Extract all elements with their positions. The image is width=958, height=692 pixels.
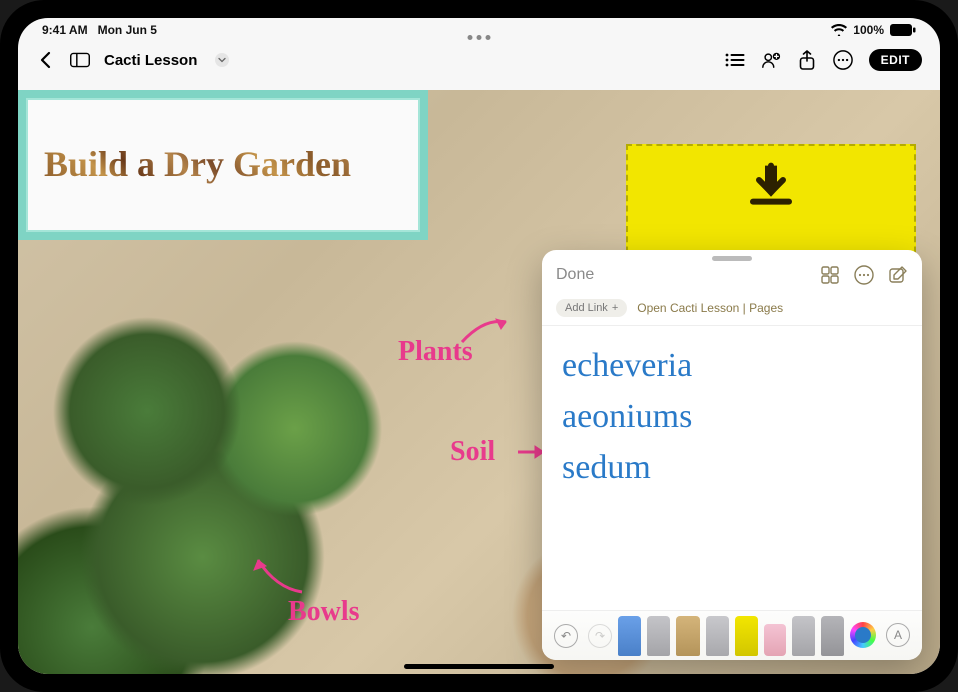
add-link-button[interactable]: Add Link + bbox=[556, 299, 627, 317]
document-canvas[interactable]: Build a Dry Garden Plants Soil Bowls bbox=[18, 78, 940, 674]
ipad-device-frame: 9:41 AM Mon Jun 5 100% bbox=[0, 0, 958, 692]
download-arrow-icon bbox=[741, 156, 801, 216]
crayon-tool[interactable] bbox=[706, 616, 729, 656]
share-icon[interactable] bbox=[797, 50, 817, 70]
compose-icon[interactable] bbox=[888, 265, 908, 285]
undo-button[interactable]: ↶ bbox=[554, 624, 578, 648]
pen-tool[interactable] bbox=[618, 616, 641, 656]
ruler-tool[interactable] bbox=[821, 616, 844, 656]
pencil-tool[interactable] bbox=[676, 616, 699, 656]
annotation-bowls: Bowls bbox=[288, 596, 360, 628]
status-date: Mon Jun 5 bbox=[98, 23, 157, 37]
app-navbar: Cacti Lesson EDIT bbox=[18, 42, 940, 78]
battery-pct: 100% bbox=[853, 23, 884, 37]
note-more-icon[interactable] bbox=[854, 265, 874, 285]
document-title[interactable]: Cacti Lesson bbox=[104, 52, 197, 69]
page-title: Build a Dry Garden bbox=[44, 145, 351, 185]
plus-icon: + bbox=[612, 302, 618, 314]
quick-note-canvas[interactable]: echeveria aeoniums sedum bbox=[542, 326, 922, 610]
title-block[interactable]: Build a Dry Garden bbox=[18, 90, 428, 240]
redo-button[interactable]: ↷ bbox=[588, 624, 612, 648]
color-picker[interactable] bbox=[850, 622, 876, 648]
add-tool-button[interactable]: A bbox=[886, 623, 910, 647]
more-icon[interactable] bbox=[833, 50, 853, 70]
wifi-icon bbox=[831, 24, 847, 36]
quick-note-header: Done bbox=[542, 265, 922, 293]
ipad-screen: 9:41 AM Mon Jun 5 100% bbox=[18, 18, 940, 674]
note-line: sedum bbox=[562, 442, 902, 493]
lasso-tool[interactable] bbox=[792, 616, 815, 656]
fine-pen-tool[interactable] bbox=[647, 616, 670, 656]
markup-toolbar: ↶ ↷ A bbox=[542, 610, 922, 660]
edit-button[interactable]: EDIT bbox=[869, 49, 922, 71]
note-line: echeveria bbox=[562, 340, 902, 391]
quick-note-linkbar: Add Link + Open Cacti Lesson | Pages bbox=[542, 293, 922, 326]
battery-icon bbox=[890, 24, 916, 36]
notes-grid-icon[interactable] bbox=[820, 265, 840, 285]
multitasking-indicator[interactable] bbox=[468, 35, 491, 40]
outline-list-icon[interactable] bbox=[725, 50, 745, 70]
grabber-handle[interactable] bbox=[712, 256, 752, 261]
status-time: 9:41 AM bbox=[42, 23, 88, 37]
annotation-plants: Plants bbox=[398, 336, 473, 368]
open-link-button[interactable]: Open Cacti Lesson | Pages bbox=[637, 301, 783, 315]
home-indicator[interactable] bbox=[404, 664, 554, 669]
quick-note-window[interactable]: Done Add Link bbox=[542, 250, 922, 660]
highlighter-tool[interactable] bbox=[735, 616, 758, 656]
title-chevron-icon[interactable] bbox=[215, 53, 229, 67]
arrow-bowls-icon bbox=[246, 548, 310, 603]
back-button[interactable] bbox=[36, 50, 56, 70]
sidebar-toggle-icon[interactable] bbox=[70, 50, 90, 70]
annotation-soil: Soil bbox=[450, 436, 495, 468]
done-button[interactable]: Done bbox=[556, 266, 594, 284]
note-line: aeoniums bbox=[562, 391, 902, 442]
collaborate-icon[interactable] bbox=[761, 50, 781, 70]
eraser-tool[interactable] bbox=[764, 624, 785, 656]
